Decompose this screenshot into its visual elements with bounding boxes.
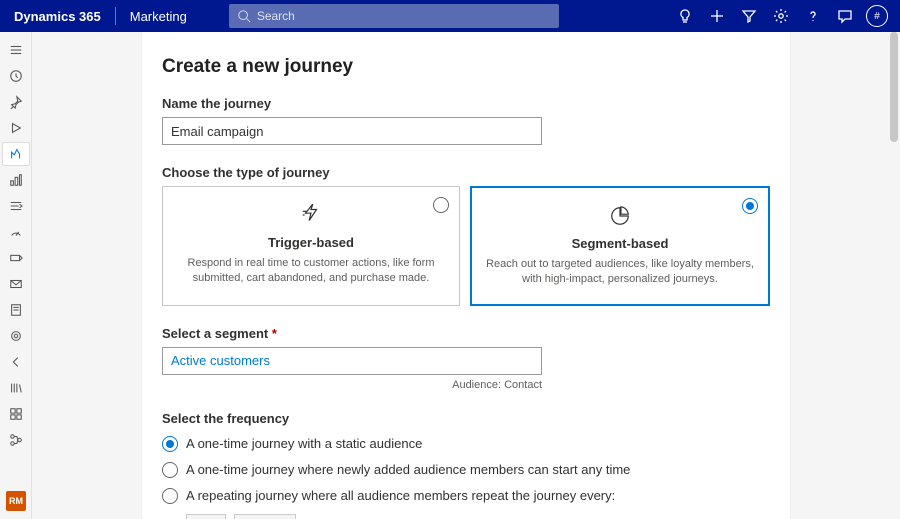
radio-label: A repeating journey where all audience m… xyxy=(186,488,615,503)
rail-analytics-icon[interactable] xyxy=(2,168,30,192)
radio-indicator xyxy=(162,488,178,504)
help-icon[interactable] xyxy=(798,0,828,32)
freq-option-repeat[interactable]: A repeating journey where all audience m… xyxy=(162,488,770,504)
segment-hint: Audience: Contact xyxy=(162,379,542,391)
freq-option-anytime[interactable]: A one-time journey where newly added aud… xyxy=(162,462,770,478)
journey-type-segment[interactable]: Segment-based Reach out to targeted audi… xyxy=(470,186,770,306)
radio-indicator xyxy=(433,197,449,213)
avatar[interactable]: # xyxy=(862,0,892,32)
card-title: Segment-based xyxy=(486,236,754,251)
type-label: Choose the type of journey xyxy=(162,165,770,180)
rail-send-icon[interactable] xyxy=(2,194,30,218)
app-name[interactable]: Marketing xyxy=(116,9,201,24)
rail-back-icon[interactable] xyxy=(2,350,30,374)
rail-play-icon[interactable] xyxy=(2,116,30,140)
frequency-label: Select the frequency xyxy=(162,411,770,426)
rail-flow-icon[interactable] xyxy=(2,428,30,452)
journey-name-input[interactable] xyxy=(162,117,542,145)
pie-icon xyxy=(609,205,631,227)
left-nav-rail: RM xyxy=(0,32,32,519)
rail-journeys-icon[interactable] xyxy=(2,142,30,166)
segment-input[interactable] xyxy=(162,347,542,375)
repeat-unit-select: days xyxy=(234,514,296,519)
card-desc: Reach out to targeted audiences, like lo… xyxy=(486,257,754,288)
radio-label: A one-time journey with a static audienc… xyxy=(186,436,422,451)
radio-indicator xyxy=(742,198,758,214)
scrollbar-thumb[interactable] xyxy=(890,32,898,142)
rail-template-icon[interactable] xyxy=(2,298,30,322)
header-actions: # xyxy=(670,0,900,32)
create-journey-panel: Create a new journey Name the journey Ch… xyxy=(141,32,791,519)
filter-icon[interactable] xyxy=(734,0,764,32)
app-header: Dynamics 365 Marketing # xyxy=(0,0,900,32)
lightbulb-icon[interactable] xyxy=(670,0,700,32)
rail-label-icon[interactable] xyxy=(2,246,30,270)
rail-menu-icon[interactable] xyxy=(2,38,30,62)
segment-label: Select a segment * xyxy=(162,326,770,341)
radio-indicator xyxy=(162,436,178,452)
required-star: * xyxy=(272,326,277,341)
rail-app-badge[interactable]: RM xyxy=(6,491,26,511)
gear-icon[interactable] xyxy=(766,0,796,32)
rail-mail-icon[interactable] xyxy=(2,272,30,296)
card-title: Trigger-based xyxy=(177,235,445,250)
search-icon xyxy=(237,9,251,23)
rail-library-icon[interactable] xyxy=(2,376,30,400)
stage: Create a new journey Name the journey Ch… xyxy=(32,32,900,519)
global-search[interactable] xyxy=(229,4,559,28)
rail-recent-icon[interactable] xyxy=(2,64,30,88)
search-input[interactable] xyxy=(257,9,551,23)
journey-type-trigger[interactable]: Trigger-based Respond in real time to cu… xyxy=(162,186,460,306)
page-title: Create a new journey xyxy=(162,56,770,78)
freq-option-static[interactable]: A one-time journey with a static audienc… xyxy=(162,436,770,452)
plus-icon[interactable] xyxy=(702,0,732,32)
rail-target-icon[interactable] xyxy=(2,324,30,348)
rail-grid-icon[interactable] xyxy=(2,402,30,426)
repeat-count-input xyxy=(186,514,226,519)
radio-indicator xyxy=(162,462,178,478)
radio-label: A one-time journey where newly added aud… xyxy=(186,462,630,477)
rail-gauge-icon[interactable] xyxy=(2,220,30,244)
card-desc: Respond in real time to customer actions… xyxy=(177,256,445,287)
name-label: Name the journey xyxy=(162,96,770,111)
brand[interactable]: Dynamics 365 xyxy=(0,9,115,24)
rail-pin-icon[interactable] xyxy=(2,90,30,114)
lightning-icon xyxy=(300,204,322,226)
chat-icon[interactable] xyxy=(830,0,860,32)
